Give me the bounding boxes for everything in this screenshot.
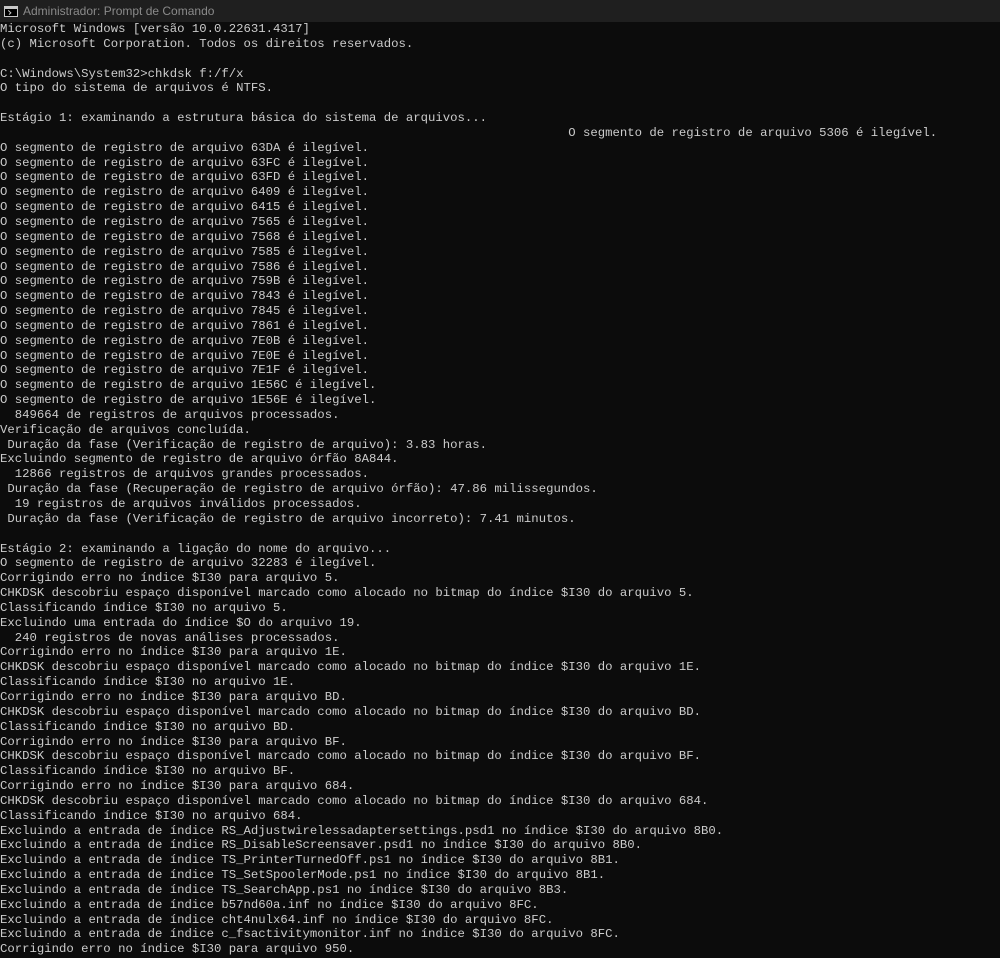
console-line: O segmento de registro de arquivo 1E56E …: [0, 393, 377, 408]
console-line: (c) Microsoft Corporation. Todos os dire…: [0, 36, 414, 51]
console-line: CHKDSK descobriu espaço disponível marca…: [0, 793, 709, 808]
console-line: Classificando índice $I30 no arquivo 5.: [0, 600, 288, 615]
console-line: O segmento de registro de arquivo 7565 é…: [0, 214, 369, 229]
console-line: Classificando índice $I30 no arquivo BF.: [0, 764, 296, 779]
console-line: O segmento de registro de arquivo 7E0B é…: [0, 333, 369, 348]
console-line: O segmento de registro de arquivo 7843 é…: [0, 289, 369, 304]
console-line: Excluindo a entrada de índice RS_Adjustw…: [0, 823, 724, 838]
console-line: O segmento de registro de arquivo 1E56C …: [0, 378, 377, 393]
console-line: Excluindo a entrada de índice b57nd60a.i…: [0, 897, 539, 912]
console-line: Estágio 1: examinando a estrutura básica…: [0, 111, 488, 126]
console-line: Excluindo a entrada de índice RS_Disable…: [0, 838, 643, 853]
console-line: 849664 de registros de arquivos processa…: [0, 407, 340, 422]
cmd-icon: [4, 5, 18, 17]
console-line: Classificando índice $I30 no arquivo 1E.: [0, 675, 296, 690]
console-line: CHKDSK descobriu espaço disponível marca…: [0, 704, 702, 719]
console-line: Excluindo a entrada de índice TS_SetSpoo…: [0, 868, 606, 883]
console-line: CHKDSK descobriu espaço disponível marca…: [0, 749, 702, 764]
console-line: 12866 registros de arquivos grandes proc…: [0, 467, 369, 482]
console-line: O segmento de registro de arquivo 7E0E é…: [0, 348, 369, 363]
title-bar[interactable]: Administrador: Prompt de Comando: [0, 0, 1000, 22]
console-line: O segmento de registro de arquivo 63DA é…: [0, 140, 369, 155]
console-line: O segmento de registro de arquivo 7586 é…: [0, 259, 369, 274]
console-line: CHKDSK descobriu espaço disponível marca…: [0, 660, 702, 675]
console-line: O tipo do sistema de arquivos é NTFS.: [0, 81, 274, 96]
console-line: Corrigindo erro no índice $I30 para arqu…: [0, 942, 355, 957]
console-line: Excluindo a entrada de índice cht4nulx64…: [0, 912, 554, 927]
console-line: O segmento de registro de arquivo 7585 é…: [0, 244, 369, 259]
console-line: Classificando índice $I30 no arquivo BD.: [0, 719, 296, 734]
console-line: Corrigindo erro no índice $I30 para arqu…: [0, 734, 347, 749]
console-line: Corrigindo erro no índice $I30 para arqu…: [0, 571, 340, 586]
console-line: C:\Windows\System32>chkdsk f:/f/x: [0, 66, 244, 81]
console-line: Excluindo uma entrada do índice $O do ar…: [0, 615, 362, 630]
console-line: Microsoft Windows [versão 10.0.22631.431…: [0, 22, 310, 36]
console-line: Classificando índice $I30 no arquivo 684…: [0, 808, 303, 823]
console-line: O segmento de registro de arquivo 7861 é…: [0, 318, 369, 333]
console-line: O segmento de registro de arquivo 7845 é…: [0, 304, 369, 319]
console-line: Excluindo a entrada de índice TS_Printer…: [0, 853, 620, 868]
console-line: O segmento de registro de arquivo 32283 …: [0, 556, 377, 571]
console-line: Estágio 2: examinando a ligação do nome …: [0, 541, 392, 556]
console-line: 240 registros de novas análises processa…: [0, 630, 340, 645]
console-line: O segmento de registro de arquivo 6415 é…: [0, 200, 369, 215]
console-line: Duração da fase (Recuperação de registro…: [0, 482, 598, 497]
console-line: O segmento de registro de arquivo 6409 é…: [0, 185, 369, 200]
console-line: Corrigindo erro no índice $I30 para arqu…: [0, 645, 347, 660]
command-prompt-window: Administrador: Prompt de Comando Microso…: [0, 0, 1000, 958]
window-title: Administrador: Prompt de Comando: [23, 4, 215, 18]
console-line: Excluindo segmento de registro de arquiv…: [0, 452, 399, 467]
console-line: 19 registros de arquivos inválidos proce…: [0, 497, 362, 511]
console-line: Corrigindo erro no índice $I30 para arqu…: [0, 689, 347, 704]
console-line: Duração da fase (Verificação de registro…: [0, 511, 576, 526]
console-line: Corrigindo erro no índice $I30 para arqu…: [0, 779, 355, 794]
console-line: O segmento de registro de arquivo 63FD é…: [0, 170, 369, 185]
console-line: Duração da fase (Verificação de registro…: [0, 437, 488, 452]
console-line: O segmento de registro de arquivo 5306 é…: [0, 125, 938, 140]
console-line: Excluindo a entrada de índice TS_SearchA…: [0, 882, 569, 897]
console-line: Verificação de arquivos concluída.: [0, 422, 251, 437]
console-output[interactable]: Microsoft Windows [versão 10.0.22631.431…: [0, 22, 1000, 958]
console-line: O segmento de registro de arquivo 7E1F é…: [0, 363, 369, 378]
console-line: O segmento de registro de arquivo 63FC é…: [0, 155, 369, 170]
console-line: CHKDSK descobriu espaço disponível marca…: [0, 586, 694, 601]
console-line: O segmento de registro de arquivo 759B é…: [0, 274, 369, 289]
console-line: O segmento de registro de arquivo 7568 é…: [0, 229, 369, 244]
console-line: Excluindo a entrada de índice c_fsactivi…: [0, 927, 620, 942]
